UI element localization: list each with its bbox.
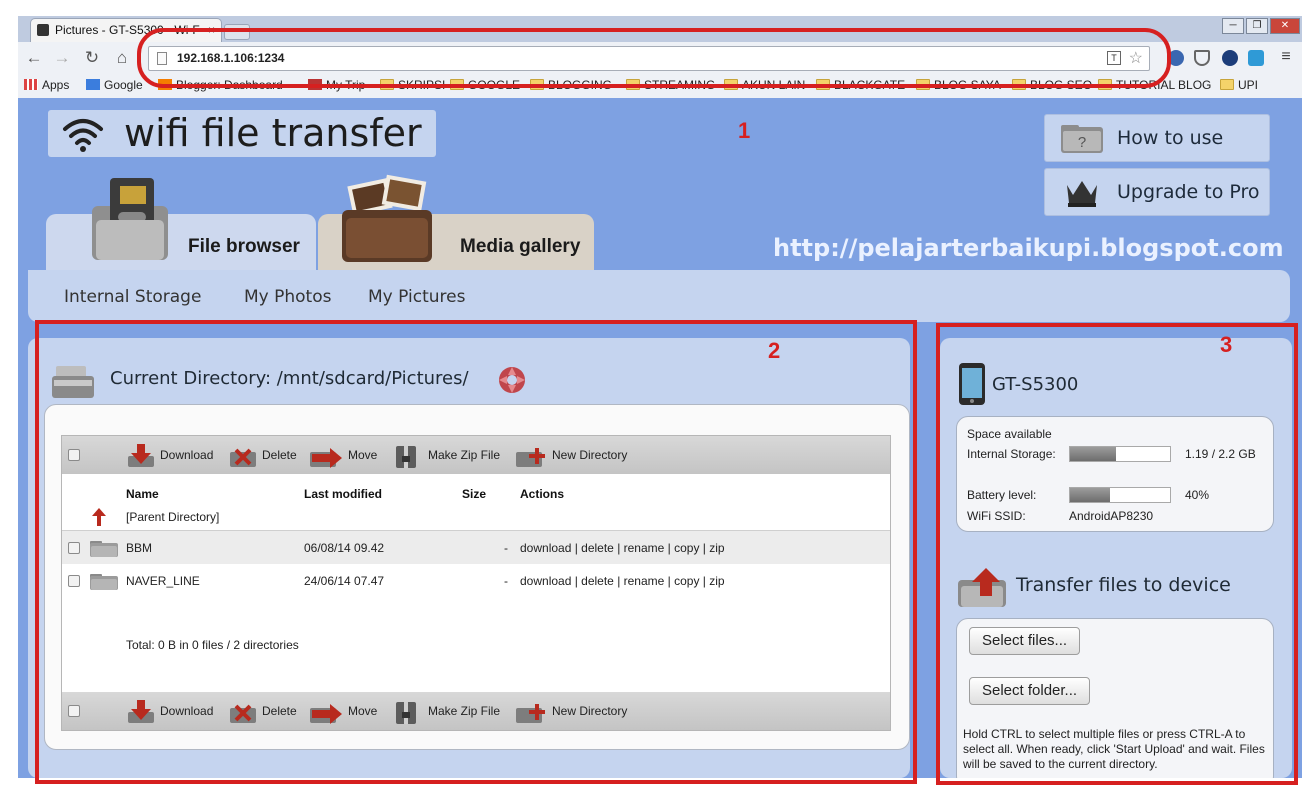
bookmark-google[interactable]: Google [86,78,143,92]
annotation-box-3 [936,323,1298,785]
forward-icon[interactable]: → [52,48,72,68]
folder-icon [1220,79,1234,90]
menu-icon[interactable]: ≡ [1276,49,1296,66]
favicon-icon [37,24,49,36]
tab-file-browser-label: File browser [188,236,300,257]
back-icon[interactable]: ← [24,48,44,68]
upgrade-to-pro-button[interactable]: Upgrade to Pro [1044,168,1270,216]
crown-icon [1067,181,1097,207]
subnav-bar: Internal Storage My Photos My Pictures [28,270,1290,322]
app-title: wifi file transfer [124,111,422,155]
sd-card-folder-icon [92,178,168,260]
photo-box-icon [342,174,432,262]
bookmark-folder[interactable]: UPI [1220,78,1258,92]
subnav-internal-storage[interactable]: Internal Storage [64,287,201,307]
how-to-use-button[interactable]: ? How to use [1044,114,1270,162]
subnav-my-photos[interactable]: My Photos [244,287,331,307]
subnav-my-pictures[interactable]: My Pictures [368,287,465,307]
extension-puzzle-icon[interactable] [1248,50,1264,66]
annotation-box-2 [35,320,917,784]
extension-profile-icon[interactable] [1222,50,1238,66]
home-icon[interactable]: ⌂ [112,48,132,68]
apps-icon [24,79,38,90]
google-icon [86,79,100,90]
blog-url-watermark: http://pelajarterbaikupi.blogspot.com [773,234,1284,262]
upgrade-label: Upgrade to Pro [1117,181,1260,203]
app-logo: wifi file transfer [48,110,436,157]
close-window-button[interactable]: ✕ [1270,18,1300,34]
question-folder-icon: ? [1061,125,1103,153]
extension-shield-icon[interactable] [1194,50,1210,66]
tab-file-browser[interactable]: File browser [46,178,316,270]
minimize-button[interactable]: ─ [1222,18,1244,34]
svg-text:?: ? [1078,134,1086,151]
how-to-use-label: How to use [1117,127,1224,149]
reload-icon[interactable]: ↻ [82,48,102,68]
maximize-button[interactable]: ❐ [1246,18,1268,34]
annotation-number-1: 1 [738,118,751,143]
tab-media-gallery[interactable]: Media gallery [318,174,594,270]
annotation-url-highlight [137,28,1171,88]
tab-media-gallery-label: Media gallery [460,236,581,257]
wifi-icon [63,119,103,152]
bookmark-apps[interactable]: Apps [24,78,69,92]
